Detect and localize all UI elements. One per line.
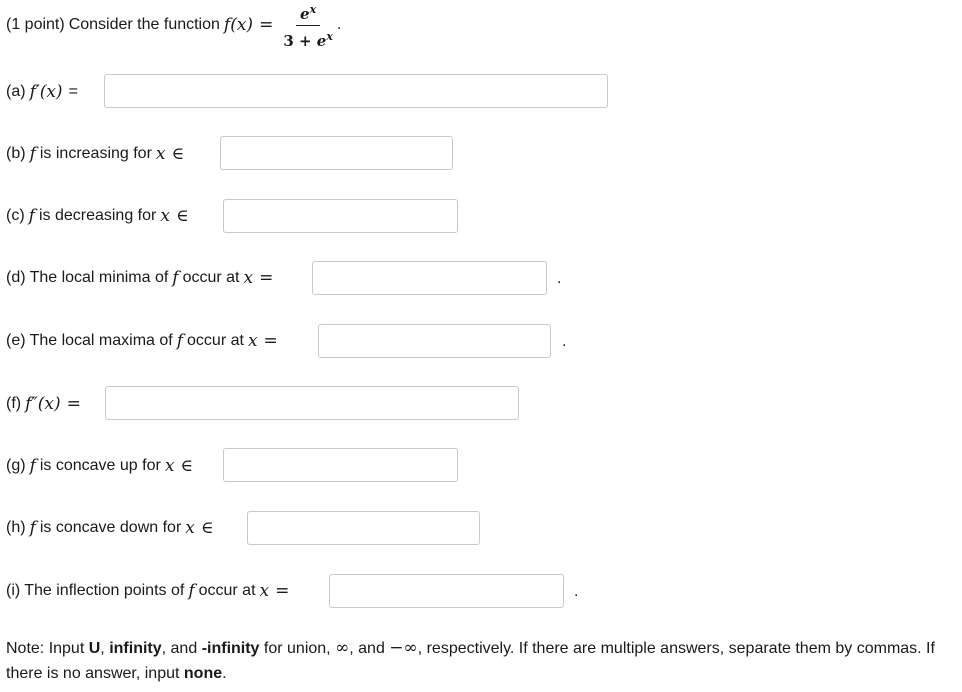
part-h-text: is concave down for bbox=[39, 519, 182, 536]
part-a-letter: (a) bbox=[6, 83, 26, 100]
part-b-relation: ∈ bbox=[171, 144, 185, 164]
note-end: . bbox=[222, 665, 227, 682]
note-for-union: for union, bbox=[263, 640, 331, 657]
answer-field-d[interactable] bbox=[312, 261, 547, 295]
answer-field-g[interactable] bbox=[223, 448, 458, 482]
part-d-label: (d) The local minima of f occur at x = bbox=[6, 261, 279, 295]
note-none-keyword: none bbox=[183, 665, 223, 682]
part-b-label: (b) f is increasing for x ∈ bbox=[6, 137, 190, 171]
part-g-text: is concave up for bbox=[39, 457, 161, 474]
part-i-text-before: The inflection points of bbox=[24, 582, 185, 599]
function-lhs: f(x) bbox=[223, 15, 254, 35]
part-g-letter: (g) bbox=[6, 457, 26, 474]
part-g-relation: ∈ bbox=[180, 456, 193, 476]
part-d-text-before: The local minima of bbox=[29, 269, 169, 286]
answer-field-h[interactable] bbox=[247, 511, 480, 545]
part-f-letter: (f) bbox=[6, 395, 22, 412]
problem-statement: (1 point) Consider the function f(x) = e… bbox=[6, 3, 342, 50]
note-infinity-keyword: infinity bbox=[109, 640, 162, 657]
problem-intro: Consider the function bbox=[68, 16, 220, 33]
denominator-constant: 3 + bbox=[283, 31, 312, 50]
neg-infinity-symbol: −∞ bbox=[389, 638, 418, 658]
part-h-var: x bbox=[185, 518, 195, 538]
part-d-letter: (d) bbox=[6, 269, 26, 286]
answer-field-e[interactable] bbox=[318, 324, 551, 358]
answer-field-b[interactable] bbox=[220, 136, 453, 170]
part-e-text-after: occur at bbox=[187, 332, 244, 349]
note-neg-infinity-keyword: -infinity bbox=[201, 640, 260, 657]
note-prefix: Note: Input bbox=[6, 640, 85, 657]
part-f-math: f″(x) bbox=[25, 394, 61, 414]
part-i-relation: = bbox=[275, 581, 290, 601]
statement-period: . bbox=[336, 16, 342, 33]
part-c-label: (c) f is decreasing for x ∈ bbox=[6, 199, 195, 233]
part-d-period: . bbox=[557, 270, 562, 287]
part-e-label: (e) The local maxima of f occur at x = bbox=[6, 324, 284, 358]
part-f-relation: = bbox=[66, 394, 81, 414]
part-d-relation: = bbox=[259, 268, 274, 288]
function-fraction: ex 3 + ex bbox=[283, 1, 333, 50]
part-e-relation: = bbox=[263, 331, 278, 351]
part-d-var: x bbox=[243, 268, 254, 288]
part-c-var: x bbox=[160, 206, 170, 226]
input-note: Note: Input U, infinity, and -infinity f… bbox=[6, 636, 951, 686]
part-i-var: x bbox=[259, 581, 270, 601]
part-e-var: x bbox=[247, 331, 258, 351]
part-g-math: f bbox=[29, 456, 36, 476]
part-c-letter: (c) bbox=[6, 207, 25, 224]
answer-field-c[interactable] bbox=[223, 199, 458, 233]
note-sep-2: , and bbox=[161, 640, 198, 657]
denominator-exponential: ex bbox=[316, 29, 333, 50]
fraction-denominator: 3 + ex bbox=[283, 26, 333, 50]
part-g-label: (g) f is concave up for x ∈ bbox=[6, 449, 199, 483]
part-h-letter: (h) bbox=[6, 519, 26, 536]
part-c-math: f bbox=[28, 206, 35, 226]
part-a-label: (a) f′(x) = bbox=[6, 75, 84, 109]
part-i-period: . bbox=[574, 583, 579, 600]
part-b-text: is increasing for bbox=[39, 145, 152, 162]
part-h-label: (h) f is concave down for x ∈ bbox=[6, 511, 219, 545]
part-d-math: f bbox=[172, 268, 179, 288]
part-b-letter: (b) bbox=[6, 145, 26, 162]
problem-card: (1 point) Consider the function f(x) = e… bbox=[0, 0, 962, 692]
part-e-math: f bbox=[176, 331, 184, 351]
answer-field-f[interactable] bbox=[105, 386, 519, 420]
part-e-text-before: The local maxima of bbox=[29, 332, 173, 349]
part-i-text-after: occur at bbox=[198, 582, 256, 599]
note-sep-1: , bbox=[100, 640, 105, 657]
part-b-var: x bbox=[155, 144, 166, 164]
part-i-label: (i) The inflection points of f occur at … bbox=[6, 574, 295, 608]
part-e-letter: (e) bbox=[6, 332, 26, 349]
part-a-math: f′(x) bbox=[29, 82, 63, 102]
points-label: (1 point) bbox=[6, 16, 65, 33]
note-union-keyword: U bbox=[88, 640, 101, 657]
part-i-letter: (i) bbox=[6, 582, 21, 599]
part-e-period: . bbox=[562, 333, 567, 350]
part-d-text-after: occur at bbox=[182, 269, 240, 286]
part-g-var: x bbox=[164, 456, 175, 476]
part-i-math: f bbox=[188, 581, 195, 601]
note-and: , and bbox=[349, 640, 385, 657]
part-h-relation: ∈ bbox=[200, 518, 214, 538]
part-b-math: f bbox=[29, 144, 36, 164]
fraction-numerator: ex bbox=[296, 1, 321, 26]
answer-field-i[interactable] bbox=[329, 574, 564, 608]
infinity-symbol: ∞ bbox=[335, 638, 350, 658]
equals-sign: = bbox=[259, 15, 274, 35]
part-c-text: is decreasing for bbox=[38, 207, 157, 224]
part-h-math: f bbox=[29, 518, 36, 538]
part-c-relation: ∈ bbox=[175, 206, 189, 226]
answer-field-a[interactable] bbox=[104, 74, 608, 108]
part-a-relation: = bbox=[68, 83, 78, 100]
part-f-label: (f) f″(x) = bbox=[6, 387, 87, 421]
